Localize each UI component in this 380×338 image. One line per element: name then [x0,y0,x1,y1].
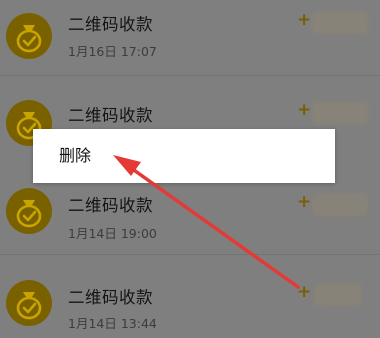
transaction-row[interactable]: 二维码收款 1月14日 19:00 + [0,175,380,255]
transaction-list-screen: 二维码收款 1月16日 17:07 + 二维码收款 + 二维码收款 1月14日 … [0,0,380,338]
amount-redaction [314,284,362,306]
transaction-title: 二维码收款 [68,106,153,125]
transaction-amount-sign: + [297,100,312,120]
row-divider [0,75,380,76]
transaction-title: 二维码收款 [68,288,153,307]
transaction-amount-sign: + [297,10,312,30]
money-bag-check-icon [6,188,52,234]
money-bag-check-icon [6,13,52,59]
row-divider [0,254,380,255]
amount-redaction [312,102,368,124]
money-bag-check-icon [6,280,52,326]
transaction-time: 1月14日 19:00 [68,226,157,241]
delete-menu-item[interactable]: 删除 [33,129,335,183]
transaction-time: 1月14日 13:44 [68,316,157,331]
amount-redaction [312,194,368,216]
context-menu: 删除 [33,129,335,183]
transaction-row[interactable]: 二维码收款 1月16日 17:07 + [0,0,380,76]
transaction-title: 二维码收款 [68,196,153,215]
transaction-amount-sign: + [297,192,312,212]
transaction-time: 1月16日 17:07 [68,44,157,59]
amount-redaction [312,12,368,34]
transaction-row[interactable]: 二维码收款 1月14日 13:44 + [0,259,380,338]
transaction-title: 二维码收款 [68,15,153,34]
transaction-amount-sign: + [297,282,312,302]
